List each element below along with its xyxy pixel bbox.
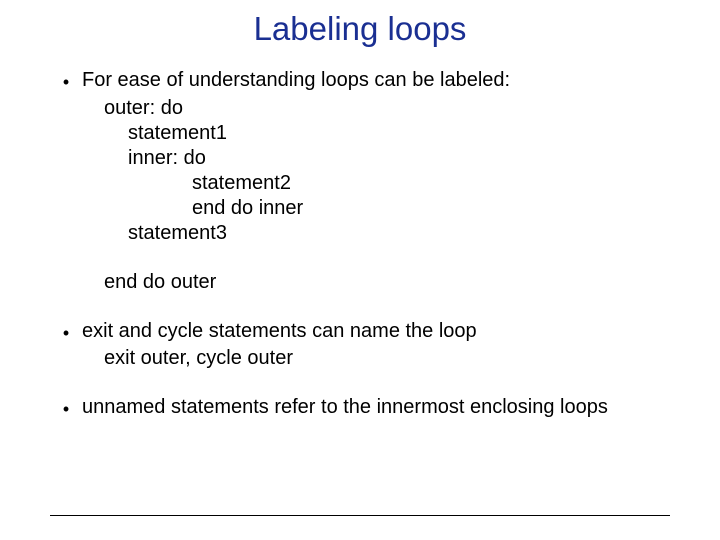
code-line-2: statement1 (128, 121, 670, 146)
body-content: • For ease of understanding loops can be… (50, 68, 670, 423)
bullet-3-text: unnamed statements refer to the innermos… (82, 395, 670, 420)
bullet-1-text: For ease of understanding loops can be l… (82, 68, 670, 93)
code-line-4: statement2 (192, 171, 670, 196)
bullet-2-text: exit and cycle statements can name the l… (82, 319, 670, 344)
bullet-1: • For ease of understanding loops can be… (50, 68, 670, 94)
page-title: Labeling loops (50, 10, 670, 48)
bullet-2: • exit and cycle statements can name the… (50, 319, 670, 345)
bullet-2-sub: exit outer, cycle outer (104, 346, 670, 371)
bullet-dot: • (50, 395, 82, 421)
footer-divider (50, 515, 670, 516)
code-line-6: statement3 (128, 221, 670, 246)
code-line-7: end do outer (104, 270, 670, 295)
bullet-dot: • (50, 68, 82, 94)
bullet-3: • unnamed statements refer to the innerm… (50, 395, 670, 421)
code-line-1: outer: do (104, 96, 670, 121)
code-line-5: end do inner (192, 196, 670, 221)
code-line-3: inner: do (128, 146, 670, 171)
slide-content: Labeling loops • For ease of understandi… (0, 0, 720, 515)
bullet-dot: • (50, 319, 82, 345)
